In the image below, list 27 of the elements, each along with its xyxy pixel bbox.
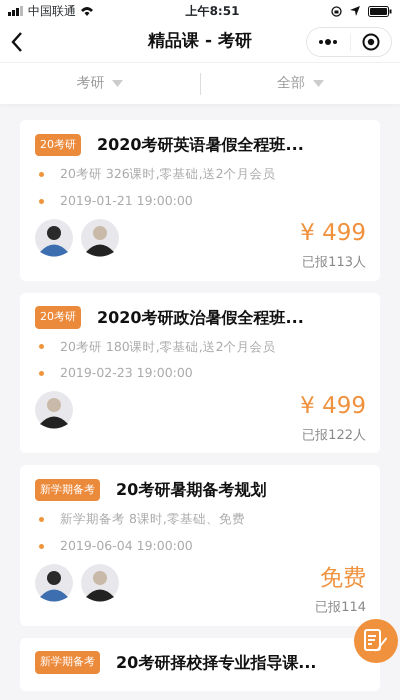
course-description: 20考研 326课时,零基础,送2个月会员 — [60, 165, 276, 183]
course-title: 2020考研英语暑假全程班... — [97, 134, 304, 156]
course-date: 2019-02-23 19:00:00 — [60, 364, 193, 382]
course-title: 2020考研政治暑假全程班... — [97, 306, 304, 328]
course-card[interactable]: 新学期备考 20考研择校择专业指导课... — [20, 638, 380, 690]
course-description: 新学期备考 8课时,零基础、免费 — [60, 510, 245, 528]
course-price: ¥ 499 — [300, 222, 366, 245]
course-description: 20考研 180课时,零基础,送2个月会员 — [60, 338, 276, 356]
page-title: 精品课 - 考研 — [148, 30, 252, 54]
course-tag: 20考研 — [35, 306, 81, 329]
carrier-name: 中国联通 — [28, 3, 76, 20]
enrolled-count: 已报114 — [315, 599, 366, 617]
course-card[interactable]: 20考研 2020考研政治暑假全程班... 20考研 180课时,零基础,送2个月会员 2019-02-23 19:00:00 ¥ 499 已报122人 — [20, 292, 380, 453]
status-time: 上午8:51 — [186, 3, 240, 20]
course-date: 2019-06-04 19:00:00 — [60, 536, 193, 555]
course-tag: 新学期备考 — [35, 478, 100, 502]
enrolled-count: 已报122人 — [302, 426, 366, 444]
course-tag: 20考研 — [35, 134, 81, 156]
enrolled-count: 已报113人 — [302, 254, 366, 272]
course-price: 免费 — [320, 567, 366, 590]
course-card[interactable]: 20考研 2020考研英语暑假全程班... 20考研 326课时,零基础,送2个月会员 2019-01-21 19:00:00 ¥ 499 已报113人 — [20, 120, 380, 280]
course-price: ¥ 499 — [300, 394, 366, 418]
course-tag: 新学期备考 — [35, 651, 100, 674]
course-date: 2019-01-21 19:00:00 — [60, 192, 193, 210]
course-card[interactable]: 新学期备考 20考研暑期备考规划 新学期备考 8课时,零基础、免费 2019-06-04 19:00:00 免费 已报114 — [20, 465, 380, 626]
course-title: 20考研暑期备考规划 — [116, 479, 266, 501]
course-title: 20考研择校择专业指导课... — [116, 652, 316, 674]
